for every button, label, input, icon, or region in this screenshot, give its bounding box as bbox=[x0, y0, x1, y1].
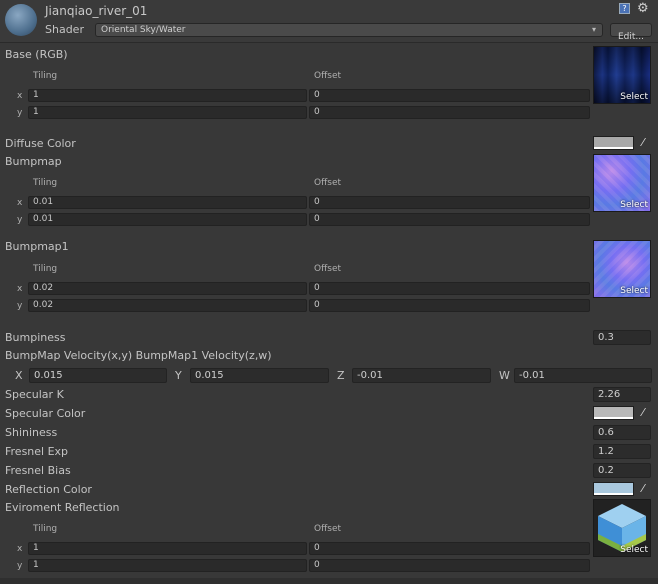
bumpmap-offset-y[interactable]: 0 bbox=[309, 213, 590, 226]
alpha-bar bbox=[594, 147, 633, 149]
shader-value: Oriental Sky/Water bbox=[101, 25, 186, 35]
eyedropper-icon[interactable]: ⁄ bbox=[637, 136, 649, 150]
specular-color-label: Specular Color bbox=[5, 407, 86, 420]
bumpmap1-tiling-y[interactable]: 0.02 bbox=[28, 299, 307, 312]
env-x-label: x bbox=[17, 544, 23, 554]
bumpmap-tiling-y[interactable]: 0.01 bbox=[28, 213, 307, 226]
diffuse-color-swatch[interactable] bbox=[593, 136, 634, 150]
diffuse-label: Diffuse Color bbox=[5, 137, 76, 150]
help-icon[interactable]: ? bbox=[619, 3, 630, 14]
bumpmap-offset-header: Offset bbox=[314, 178, 342, 188]
env-cubemap-slot[interactable]: Select bbox=[593, 499, 651, 557]
bumpmap1-y-label: y bbox=[17, 301, 23, 311]
bumpmap1-select-label[interactable]: Select bbox=[620, 286, 648, 296]
fresnel-bias-field[interactable]: 0.2 bbox=[593, 463, 651, 478]
base-tiling-y[interactable]: 1 bbox=[28, 106, 307, 119]
bumpmap1-texture-slot[interactable]: Select bbox=[593, 240, 651, 298]
bumpmap1-offset-header: Offset bbox=[314, 264, 342, 274]
fresnel-exp-label: Fresnel Exp bbox=[5, 445, 69, 458]
material-title: Jianqiao_river_01 bbox=[45, 4, 148, 18]
velocity-z-label: Z bbox=[337, 369, 345, 382]
bumpmap1-x-label: x bbox=[17, 284, 23, 294]
bumpmap-tiling-x[interactable]: 0.01 bbox=[28, 196, 307, 209]
inspector-header: Jianqiao_river_01 Shader Oriental Sky/Wa… bbox=[0, 0, 658, 43]
alpha-bar bbox=[594, 417, 633, 419]
reflection-color-swatch[interactable] bbox=[593, 482, 634, 496]
velocity-w-label: W bbox=[499, 369, 510, 382]
bumpmap-texture-slot[interactable]: Select bbox=[593, 154, 651, 212]
bumpmap1-offset-x[interactable]: 0 bbox=[309, 282, 590, 295]
edit-label: Edit... bbox=[617, 32, 644, 42]
bumpmap-label: Bumpmap bbox=[5, 155, 62, 168]
base-select-label[interactable]: Select bbox=[620, 92, 648, 102]
shader-label: Shader bbox=[45, 23, 84, 36]
base-tiling-header: Tiling bbox=[33, 71, 58, 81]
fresnel-exp-field[interactable]: 1.2 bbox=[593, 444, 651, 459]
base-x-label: x bbox=[17, 91, 23, 101]
edit-shader-button[interactable]: Edit... bbox=[610, 23, 652, 42]
shininess-label: Shininess bbox=[5, 426, 58, 439]
bumpmap-tiling-header: Tiling bbox=[33, 178, 58, 188]
velocity-w-field[interactable]: -0.01 bbox=[514, 368, 652, 383]
env-select-label[interactable]: Select bbox=[620, 545, 648, 555]
base-offset-x[interactable]: 0 bbox=[309, 89, 590, 102]
bumpiness-field[interactable]: 0.3 bbox=[593, 330, 651, 345]
velocity-y-label: Y bbox=[175, 369, 182, 382]
velocity-x-field[interactable]: 0.015 bbox=[29, 368, 167, 383]
fresnel-bias-label: Fresnel Bias bbox=[5, 464, 71, 477]
base-texture-slot[interactable]: Select bbox=[593, 46, 651, 104]
velocity-x-label: X bbox=[15, 369, 23, 382]
env-label: Eviroment Reflection bbox=[5, 501, 120, 514]
alpha-bar bbox=[594, 493, 633, 495]
env-tiling-header: Tiling bbox=[33, 524, 58, 534]
bumpmap1-offset-y[interactable]: 0 bbox=[309, 299, 590, 312]
bumpmap-select-label[interactable]: Select bbox=[620, 200, 648, 210]
base-label: Base (RGB) bbox=[5, 48, 68, 61]
bumpmap-x-label: x bbox=[17, 198, 23, 208]
eyedropper-icon[interactable]: ⁄ bbox=[637, 406, 649, 420]
bumpmap-y-label: y bbox=[17, 215, 23, 225]
shader-dropdown[interactable]: Oriental Sky/Water ▾ bbox=[95, 23, 603, 37]
reflection-color-label: Reflection Color bbox=[5, 483, 92, 496]
specular-k-field[interactable]: 2.26 bbox=[593, 387, 651, 402]
specular-k-label: Specular K bbox=[5, 388, 64, 401]
gear-icon[interactable]: ⚙ bbox=[637, 1, 649, 16]
env-offset-x[interactable]: 0 bbox=[309, 542, 590, 555]
velocity-y-field[interactable]: 0.015 bbox=[190, 368, 329, 383]
eyedropper-icon[interactable]: ⁄ bbox=[637, 482, 649, 496]
bottom-divider bbox=[0, 578, 658, 584]
base-y-label: y bbox=[17, 108, 23, 118]
shininess-field[interactable]: 0.6 bbox=[593, 425, 651, 440]
env-offset-header: Offset bbox=[314, 524, 342, 534]
env-offset-y[interactable]: 0 bbox=[309, 559, 590, 572]
velocity-z-field[interactable]: -0.01 bbox=[352, 368, 491, 383]
env-tiling-x[interactable]: 1 bbox=[28, 542, 307, 555]
base-tiling-x[interactable]: 1 bbox=[28, 89, 307, 102]
bumpiness-label: Bumpiness bbox=[5, 331, 66, 344]
material-sphere-icon bbox=[5, 4, 37, 36]
velocity-label: BumpMap Velocity(x,y) BumpMap1 Velocity(… bbox=[5, 349, 272, 362]
bumpmap1-tiling-x[interactable]: 0.02 bbox=[28, 282, 307, 295]
bumpmap1-tiling-header: Tiling bbox=[33, 264, 58, 274]
base-offset-header: Offset bbox=[314, 71, 342, 81]
dropdown-arrow-icon: ▾ bbox=[591, 25, 596, 34]
bumpmap1-label: Bumpmap1 bbox=[5, 240, 69, 253]
specular-color-swatch[interactable] bbox=[593, 406, 634, 420]
env-tiling-y[interactable]: 1 bbox=[28, 559, 307, 572]
bumpmap-offset-x[interactable]: 0 bbox=[309, 196, 590, 209]
env-y-label: y bbox=[17, 561, 23, 571]
base-offset-y[interactable]: 0 bbox=[309, 106, 590, 119]
